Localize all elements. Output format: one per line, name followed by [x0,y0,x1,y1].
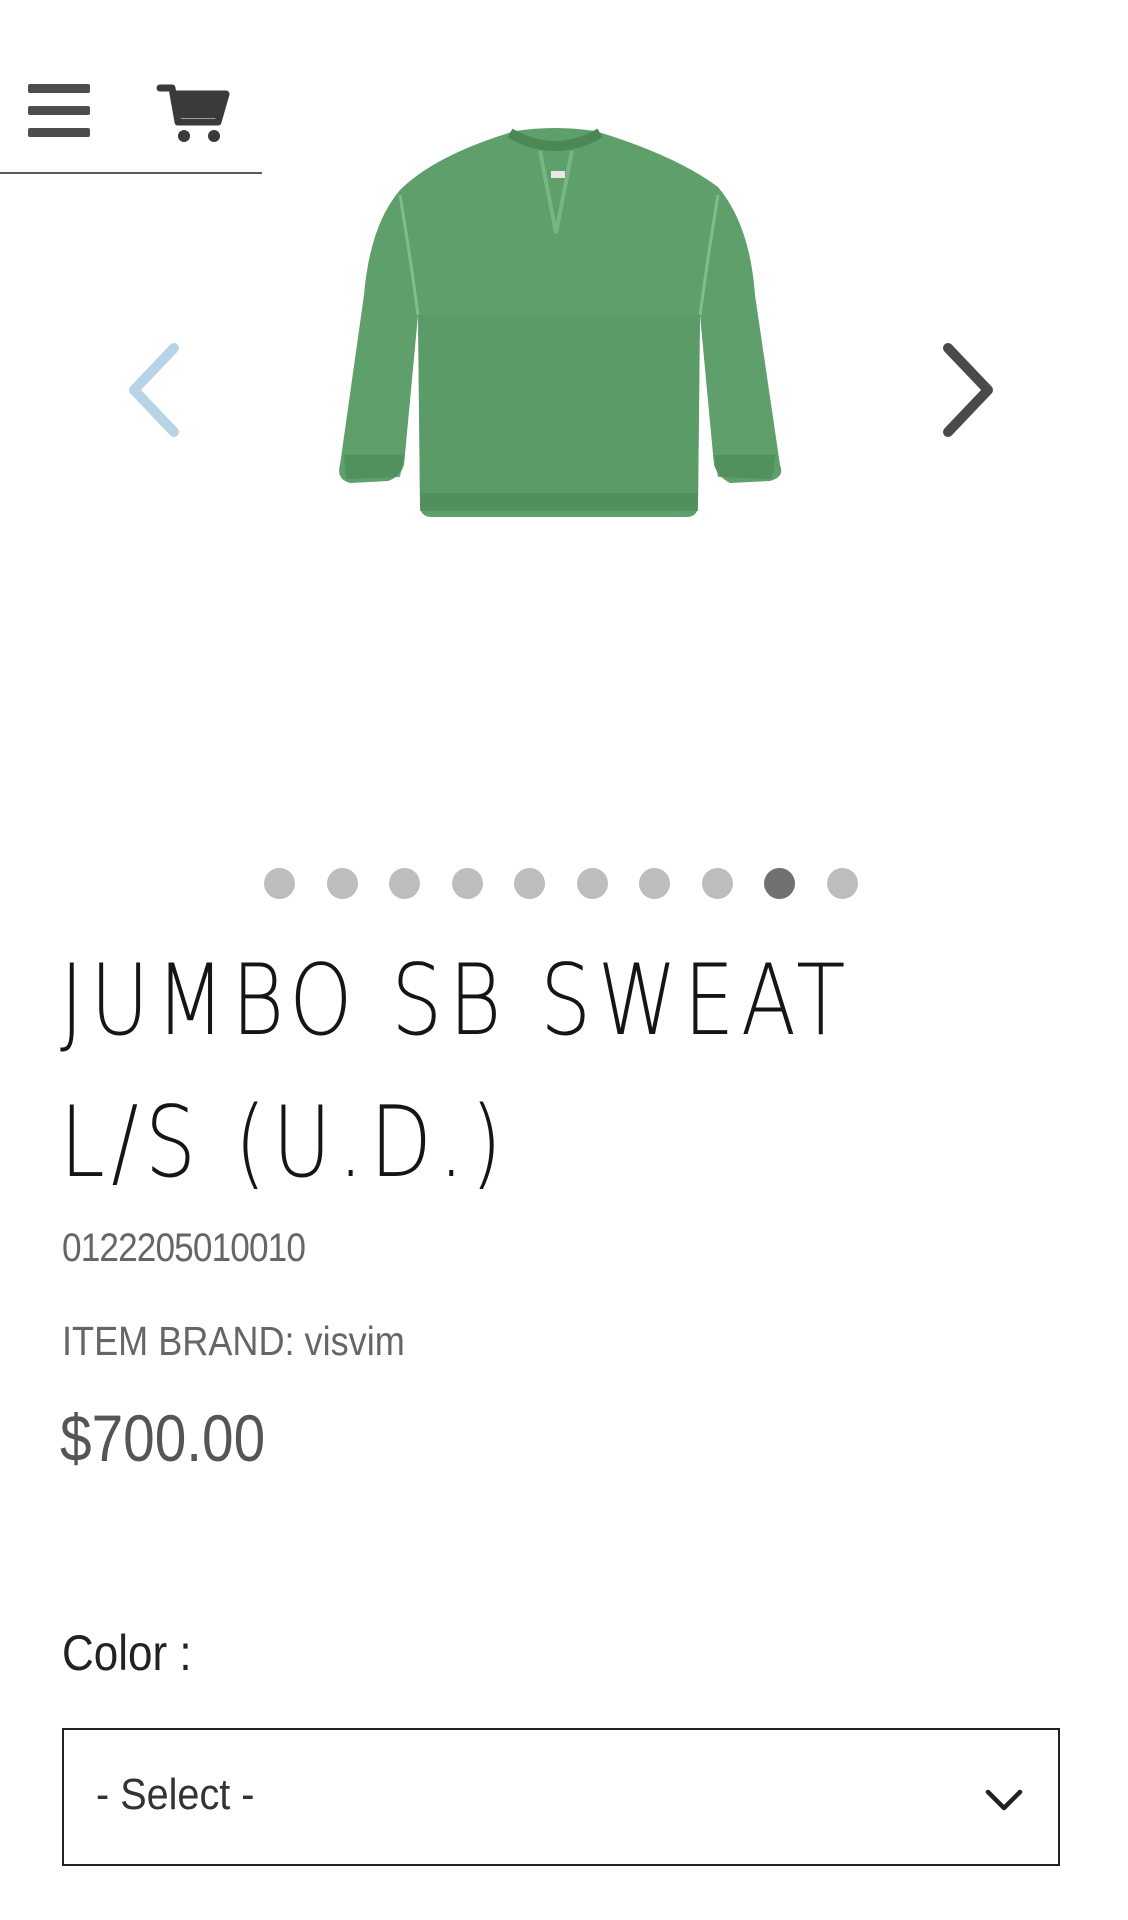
color-select[interactable]: - Select - [62,1728,1060,1866]
carousel-dot[interactable] [701,868,733,899]
carousel-dot-active[interactable] [764,868,795,899]
carousel-dot[interactable] [826,868,858,899]
carousel-dot[interactable] [451,868,483,899]
shopping-cart-icon[interactable] [156,82,232,146]
product-title-line1: JUMBO SB SWEAT [60,944,852,1058]
product-title: JUMBO SB SWEAT L/S (U.D.) [60,930,1044,1214]
chevron-left-icon[interactable] [122,340,192,440]
header-divider [0,172,262,174]
carousel-pagination [264,868,858,900]
carousel-dot[interactable] [576,868,608,899]
menu-bar [28,106,90,115]
product-title-line2: L/S (U.D.) [60,1086,509,1200]
menu-bar [28,128,90,137]
carousel-dot[interactable] [514,868,545,899]
hamburger-menu-icon[interactable] [26,80,94,142]
product-price: $700.00 [60,1401,266,1475]
menu-bar [28,84,90,93]
color-label: Color : [62,1625,192,1681]
product-image [300,115,820,535]
color-select-value: - Select - [96,1770,255,1819]
chevron-down-icon [982,1778,1026,1822]
carousel-dot[interactable] [264,868,295,899]
product-brand: ITEM BRAND: visvim [62,1318,405,1364]
carousel-dot[interactable] [389,868,420,899]
carousel-dot[interactable] [639,868,670,899]
carousel-dot[interactable] [326,868,358,899]
product-sku: 0122205010010 [62,1226,306,1270]
chevron-right-icon[interactable] [932,340,1002,440]
